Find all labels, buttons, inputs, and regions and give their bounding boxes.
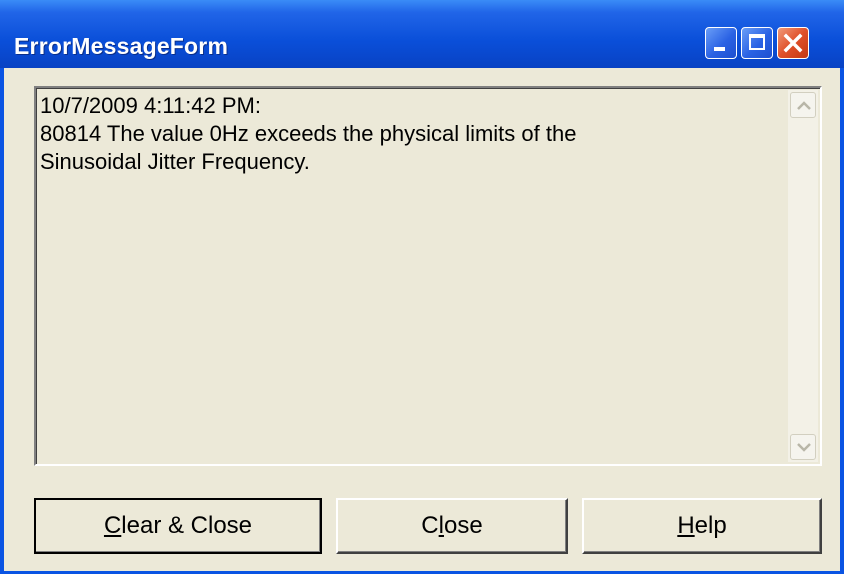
close-label: Cl ose <box>421 512 483 539</box>
chevron-up-icon <box>797 101 811 110</box>
minimize-button[interactable] <box>705 27 737 59</box>
close-icon <box>783 33 803 53</box>
chevron-down-icon <box>797 443 811 452</box>
maximize-icon <box>749 34 765 50</box>
error-message-window: ErrorMessageForm 10/7/2009 4:11:42 PM: 8… <box>0 0 844 574</box>
message-line: Sinusoidal Jitter Frequency. <box>40 149 310 174</box>
maximize-button[interactable] <box>741 27 773 59</box>
minimize-icon <box>714 47 725 51</box>
title-bar[interactable]: ErrorMessageForm <box>0 0 844 68</box>
clear-and-close-button[interactable]: Clear & Close <box>34 498 322 554</box>
dialog-body: 10/7/2009 4:11:42 PM: 80814 The value 0H… <box>4 68 840 571</box>
scroll-up-button[interactable] <box>790 92 816 118</box>
close-window-button[interactable] <box>777 27 809 59</box>
vertical-scrollbar[interactable] <box>788 90 818 462</box>
error-message-text: 10/7/2009 4:11:42 PM: 80814 The value 0H… <box>40 92 780 176</box>
help-label: Help <box>677 512 727 539</box>
close-button[interactable]: Cl ose <box>336 498 568 554</box>
clear-and-close-label: Clear & Close <box>103 512 253 539</box>
message-timestamp-line: 10/7/2009 4:11:42 PM: <box>40 93 261 118</box>
help-button[interactable]: Help <box>582 498 822 554</box>
window-title: ErrorMessageForm <box>14 33 229 59</box>
scroll-down-button[interactable] <box>790 434 816 460</box>
error-message-textbox[interactable]: 10/7/2009 4:11:42 PM: 80814 The value 0H… <box>34 86 822 466</box>
message-line: 80814 The value 0Hz exceeds the physical… <box>40 121 577 146</box>
